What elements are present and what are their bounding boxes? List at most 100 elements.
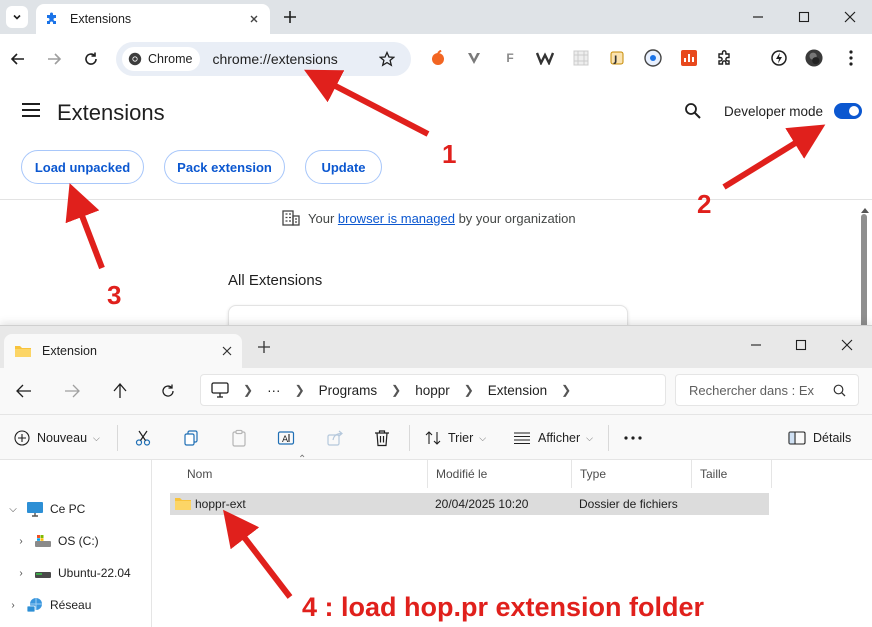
minimize-button[interactable] [747,6,769,28]
managed-prefix: Your [308,210,338,226]
close-icon [844,11,856,23]
close-window-button[interactable] [839,6,861,28]
chevron-right-icon[interactable]: › [14,568,28,579]
maximize-button[interactable] [793,6,815,28]
delete-button[interactable] [374,426,397,450]
maximize-icon [795,339,807,351]
explorer-up-button[interactable] [109,380,131,402]
navigation-pane: ⌵ Ce PC › OS (C:) › Ubuntu-22.04 › Résea… [0,460,152,627]
breadcrumb-extension[interactable]: Extension [488,383,547,398]
column-header-modified[interactable]: Modifié le [428,460,572,488]
developer-mode-toggle[interactable] [834,103,862,119]
refresh-icon [162,384,174,397]
chevron-right-icon[interactable]: › [6,600,20,611]
address-bar[interactable]: ❯ ··· ❯ Programs ❯ hoppr ❯ Extension ❯ [200,374,666,406]
chrome-menu-icon[interactable] [842,49,860,67]
file-name[interactable]: hoppr-ext [195,497,246,511]
table-row[interactable]: hoppr-ext 20/04/2025 10:20 Dossier de fi… [170,493,769,515]
paste-button[interactable] [230,426,255,450]
update-button[interactable]: Update [305,150,382,184]
arrow-right-icon [65,384,80,398]
forward-button[interactable] [42,47,66,71]
command-bar: Nouveau ⌵ A Trier ⌵ Afficher ⌵ Détails [0,414,872,460]
folder-icon [175,498,191,510]
orange-ext-icon[interactable] [429,49,447,67]
grid-ext-icon[interactable] [572,49,590,67]
sort-button[interactable]: Trier ⌵ [425,426,486,450]
clip-ext-icon[interactable]: J [608,49,626,67]
copy-button[interactable] [182,426,207,450]
explorer-refresh-button[interactable] [157,380,179,402]
new-button[interactable]: Nouveau ⌵ [14,426,100,450]
tree-item-this-pc[interactable]: ⌵ Ce PC [6,497,85,521]
tree-item-os-drive[interactable]: › OS (C:) [14,529,99,553]
extensions-puzzle-icon[interactable] [716,49,734,67]
explorer-forward-button[interactable] [61,380,83,402]
arrow-left-icon [10,53,24,65]
chrome-logo-icon [128,52,142,66]
managed-link[interactable]: browser is managed [338,211,455,226]
tree-item-ubuntu[interactable]: › Ubuntu-22.04 [14,561,130,585]
monitor-icon [27,502,43,517]
reload-button[interactable] [79,47,103,71]
breadcrumb-programs[interactable]: Programs [319,383,378,398]
rename-button[interactable]: A [277,426,302,450]
column-header-type[interactable]: Type [572,460,692,488]
breadcrumb-hoppr[interactable]: hoppr [415,383,450,398]
new-label: Nouveau [37,431,88,445]
close-tab-icon[interactable] [246,11,262,27]
file-modified: 20/04/2025 10:20 [435,497,529,511]
close-tab-icon[interactable] [222,346,232,356]
chart-ext-icon[interactable] [680,49,698,67]
pack-extension-button[interactable]: Pack extension [164,150,285,184]
details-pane-button[interactable]: Détails [788,426,851,450]
hoppr-ext-icon[interactable] [644,49,662,67]
load-unpacked-button[interactable]: Load unpacked [21,150,144,184]
back-button[interactable] [6,47,30,71]
explorer-new-tab-button[interactable] [258,341,270,356]
view-button[interactable]: Afficher ⌵ [513,426,593,450]
share-button[interactable] [326,426,351,450]
page-title: Extensions [57,100,165,125]
svg-text:J: J [613,55,617,65]
linux-drive-icon [35,572,51,578]
site-chip[interactable]: Chrome [122,47,201,71]
cut-button[interactable] [134,426,159,450]
explorer-search-box[interactable]: Rechercher dans : Ex [675,374,859,406]
explorer-close-button[interactable] [835,334,859,356]
scrollbar-thumb[interactable] [861,214,867,334]
breadcrumb-ellipsis[interactable]: ··· [267,383,281,398]
v-ext-icon[interactable] [465,49,483,67]
details-label: Détails [813,431,852,445]
explorer-minimize-button[interactable] [744,334,768,356]
network-icon [26,598,42,613]
tree-item-network[interactable]: › Réseau [6,593,91,617]
search-icon[interactable] [684,102,702,123]
tab-search-button[interactable] [6,6,28,28]
column-header-name[interactable]: Nom [179,460,428,488]
tab-extensions[interactable]: Extensions [36,4,270,34]
details-pane-icon [788,431,806,445]
f-ext-icon[interactable]: F [501,49,519,67]
chevron-right-icon: ❯ [561,383,572,397]
main-menu-icon[interactable] [22,103,40,117]
chevron-down-icon[interactable]: ⌵ [6,504,20,515]
bookmark-star-icon[interactable] [377,49,397,69]
file-explorer-window: Extension ❯ ··· ❯ Programs ❯ hoppr ❯ Ext… [0,325,872,627]
column-header-size[interactable]: Taille [692,460,772,488]
explorer-tab-extension[interactable]: Extension [4,334,242,368]
explorer-maximize-button[interactable] [789,334,813,356]
omnibox[interactable]: Chrome chrome://extensions [116,42,411,76]
performance-icon[interactable] [770,49,788,67]
url-text[interactable]: chrome://extensions [212,51,377,67]
profile-avatar[interactable] [805,49,823,67]
explorer-back-button[interactable] [13,380,35,402]
w-ext-icon[interactable] [536,49,554,67]
more-options-button[interactable] [624,426,649,450]
chevron-right-icon[interactable]: › [14,536,28,547]
new-tab-button[interactable] [280,7,300,27]
divider [117,425,118,451]
tree-label: OS (C:) [58,534,99,548]
trash-icon [375,430,389,447]
svg-text:A: A [282,435,289,445]
